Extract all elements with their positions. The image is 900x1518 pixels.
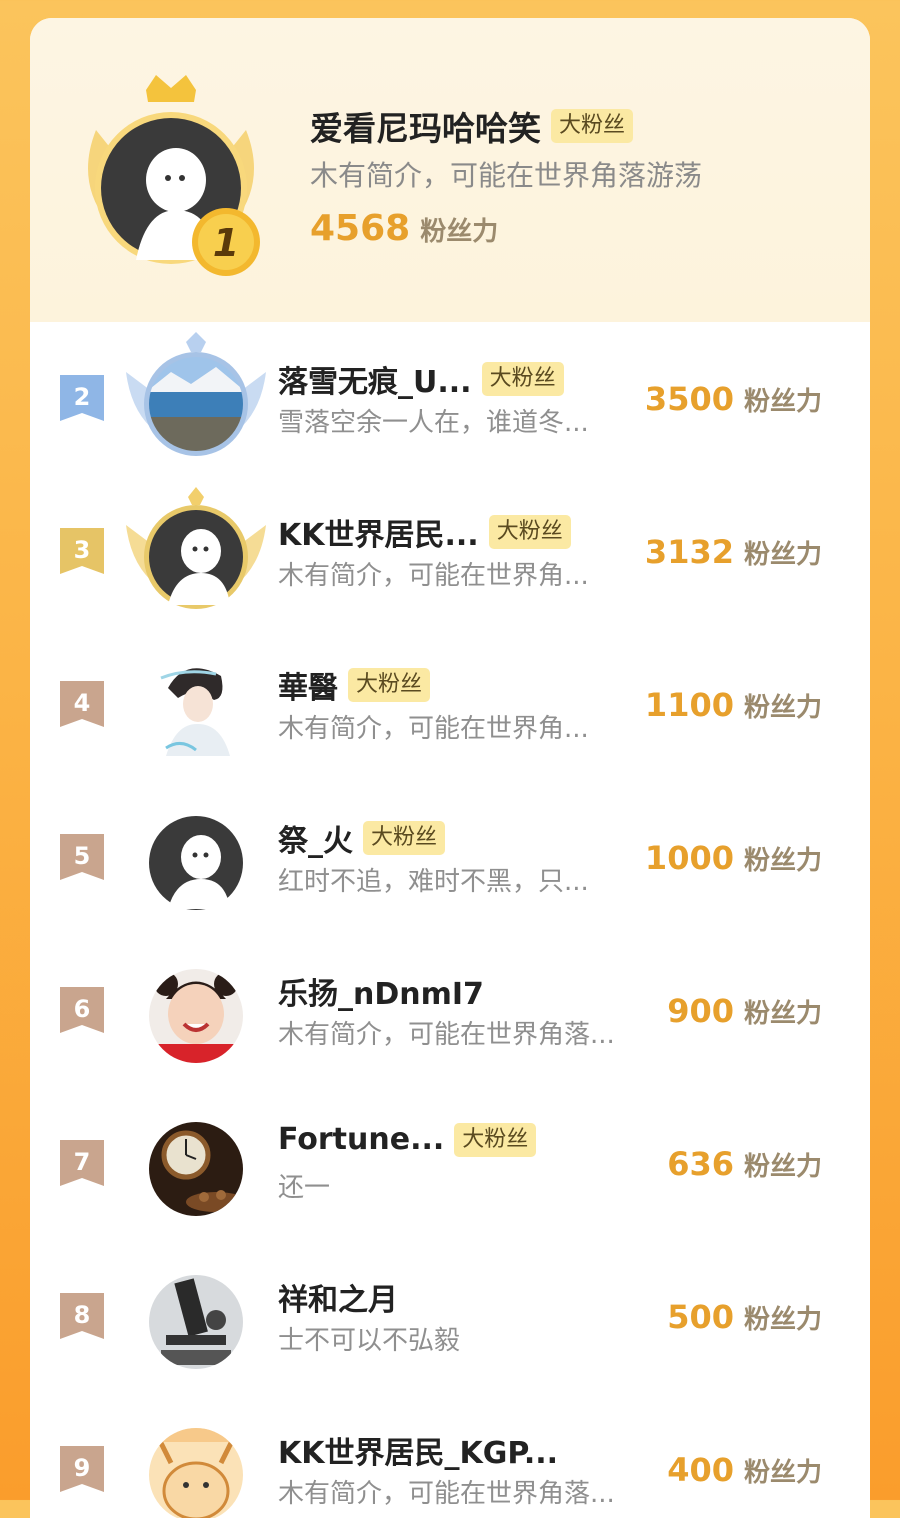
child-avatar[interactable] xyxy=(126,944,266,1074)
default-avatar[interactable] xyxy=(126,791,266,921)
fan-power-value: 636 xyxy=(667,1145,734,1183)
fan-power-value: 3500 xyxy=(644,380,734,418)
fan-name-text: KK世界居民... xyxy=(278,518,479,553)
fan-power-value: 1000 xyxy=(644,839,734,877)
fan-power-value: 1100 xyxy=(644,686,734,724)
cartoon-avatar[interactable] xyxy=(126,1403,266,1518)
fan-name-text: 華醫 xyxy=(278,671,338,706)
svg-text:5: 5 xyxy=(74,842,91,870)
fan-power: 500 粉丝力 xyxy=(667,1298,822,1336)
fan-desc: 雪落空余一人在，谁道冬... xyxy=(278,408,589,438)
list-item[interactable]: 2 落雪无痕_U... 大粉丝 雪落空余一人在，谁道冬... 3500 粉丝力 xyxy=(30,322,870,475)
svg-text:7: 7 xyxy=(74,1148,91,1176)
fan-power-value: 400 xyxy=(667,1451,734,1489)
rank-flag: 6 xyxy=(60,987,104,1033)
fan-power-unit: 粉丝力 xyxy=(743,1152,822,1182)
fan-name-text: Fortune... xyxy=(278,1122,445,1157)
fan-power: 900 粉丝力 xyxy=(667,992,822,1030)
list-item[interactable]: 7 Fortune... 大粉丝 还一 636 粉丝力 xyxy=(30,1087,870,1240)
fan-power-unit: 粉丝力 xyxy=(743,999,822,1029)
fan-name: 祭_火 大粉丝 xyxy=(278,816,446,860)
fan-desc: 木有简介，可能在世界角... xyxy=(278,561,589,591)
fan-power: 400 粉丝力 xyxy=(667,1451,822,1489)
fan-name: KK世界居民_KGP... xyxy=(278,1428,558,1472)
top-fan-name: 爱看尼玛哈哈笑 大粉丝 xyxy=(310,102,634,150)
fan-name: 祥和之月 xyxy=(278,1275,398,1319)
fan-power-value: 500 xyxy=(667,1298,734,1336)
fan-power-unit: 粉丝力 xyxy=(743,387,822,417)
fan-power-unit: 粉丝力 xyxy=(420,217,499,247)
fan-desc: 木有简介，可能在世界角落... xyxy=(278,1020,615,1050)
rank-flag: 4 xyxy=(60,681,104,727)
big-fan-tag: 大粉丝 xyxy=(348,668,431,702)
fan-name-text: KK世界居民_KGP... xyxy=(278,1436,559,1471)
microscope-avatar[interactable] xyxy=(126,1250,266,1380)
fan-power-unit: 粉丝力 xyxy=(743,1305,822,1335)
fan-name: 乐扬_nDnmI7 xyxy=(278,969,484,1013)
svg-text:4: 4 xyxy=(74,689,91,717)
svg-text:2: 2 xyxy=(74,383,91,411)
svg-text:3: 3 xyxy=(74,536,91,564)
list-item[interactable]: 9 KK世界居民_KGP... 木有简介，可能在世界角落... 400 粉丝力 xyxy=(30,1393,870,1518)
rank-flag: 7 xyxy=(60,1140,104,1186)
fan-name: 落雪无痕_U... 大粉丝 xyxy=(278,357,564,401)
fan-desc: 木有简介，可能在世界角落... xyxy=(278,1479,615,1509)
big-fan-tag: 大粉丝 xyxy=(551,109,634,143)
fan-desc: 木有简介，可能在世界角... xyxy=(278,714,589,744)
rank-flag: 8 xyxy=(60,1293,104,1339)
rank-1-badge: 1 xyxy=(88,75,260,276)
anime-avatar[interactable] xyxy=(126,638,266,768)
top-fan-power: 4568 粉丝力 xyxy=(310,208,498,249)
fan-power-unit: 粉丝力 xyxy=(743,846,822,876)
rank-1-number: 1 xyxy=(213,221,239,265)
rank-flag: 5 xyxy=(60,834,104,880)
fan-power: 636 粉丝力 xyxy=(667,1145,822,1183)
rank-flag: 3 xyxy=(60,528,104,574)
fan-power-value: 3132 xyxy=(644,533,734,571)
list-item[interactable]: 6 乐扬_nDnmI7 木有简介，可能在世界角落... 900 粉丝力 xyxy=(30,934,870,1087)
list-item[interactable]: 4 華醫 大粉丝 木有简介，可能在世界角... 1100 粉丝力 xyxy=(30,628,870,781)
rank-flag: 9 xyxy=(60,1446,104,1492)
fan-name: KK世界居民... 大粉丝 xyxy=(278,510,571,554)
fan-power: 3132 粉丝力 xyxy=(645,533,822,571)
list-item[interactable]: 3 KK世界居民... 大粉丝 木有简介，可能在世界角... 3132 粉丝力 xyxy=(30,475,870,628)
fan-power-unit: 粉丝力 xyxy=(743,693,822,723)
fan-name: 華醫 大粉丝 xyxy=(278,663,431,707)
top-fan-name-text: 爱看尼玛哈哈笑 xyxy=(310,109,541,148)
fan-name-text: 落雪无痕_U... xyxy=(278,365,472,400)
list-item[interactable]: 5 祭_火 大粉丝 红时不追，难时不黑，只... 1000 粉丝力 xyxy=(30,781,870,934)
big-fan-tag: 大粉丝 xyxy=(488,515,571,549)
svg-text:6: 6 xyxy=(74,995,91,1023)
clock-avatar[interactable] xyxy=(126,1097,266,1227)
fan-name-text: 祭_火 xyxy=(278,824,353,859)
landscape-avatar[interactable] xyxy=(126,332,266,462)
fan-power-value: 4568 xyxy=(310,208,411,249)
fan-power: 1100 粉丝力 xyxy=(645,686,822,724)
fan-ranking-card: 1 爱看尼玛哈哈笑 大粉丝 木有简介，可能在世界角落游荡 4568 粉丝力 2 xyxy=(30,18,870,1518)
fan-desc: 还一 xyxy=(278,1173,331,1203)
big-fan-tag: 大粉丝 xyxy=(454,1122,537,1157)
fan-power-value: 900 xyxy=(667,992,734,1030)
fan-desc: 红时不追，难时不黑，只... xyxy=(278,867,589,897)
rank-flag: 2 xyxy=(60,375,104,421)
fan-name-text: 乐扬_nDnmI7 xyxy=(278,977,484,1012)
default-avatar[interactable] xyxy=(126,485,266,615)
top-fan-desc: 木有简介，可能在世界角落游荡 xyxy=(310,159,703,192)
svg-text:8: 8 xyxy=(74,1301,91,1329)
fan-desc: 士不可以不弘毅 xyxy=(278,1326,461,1356)
fan-name-text: 祥和之月 xyxy=(278,1283,398,1318)
top-fan-section[interactable]: 1 爱看尼玛哈哈笑 大粉丝 木有简介，可能在世界角落游荡 4568 粉丝力 xyxy=(30,18,870,322)
fan-name: Fortune... 大粉丝 xyxy=(278,1122,537,1157)
fan-power-unit: 粉丝力 xyxy=(743,540,822,570)
fan-power-unit: 粉丝力 xyxy=(743,1458,822,1488)
fan-power: 1000 粉丝力 xyxy=(645,839,822,877)
big-fan-tag: 大粉丝 xyxy=(481,362,564,396)
list-item[interactable]: 8 祥和之月 士不可以不弘毅 500 粉丝力 xyxy=(30,1240,870,1393)
big-fan-tag: 大粉丝 xyxy=(363,821,446,855)
fan-power: 3500 粉丝力 xyxy=(645,380,822,418)
svg-text:9: 9 xyxy=(74,1454,91,1482)
